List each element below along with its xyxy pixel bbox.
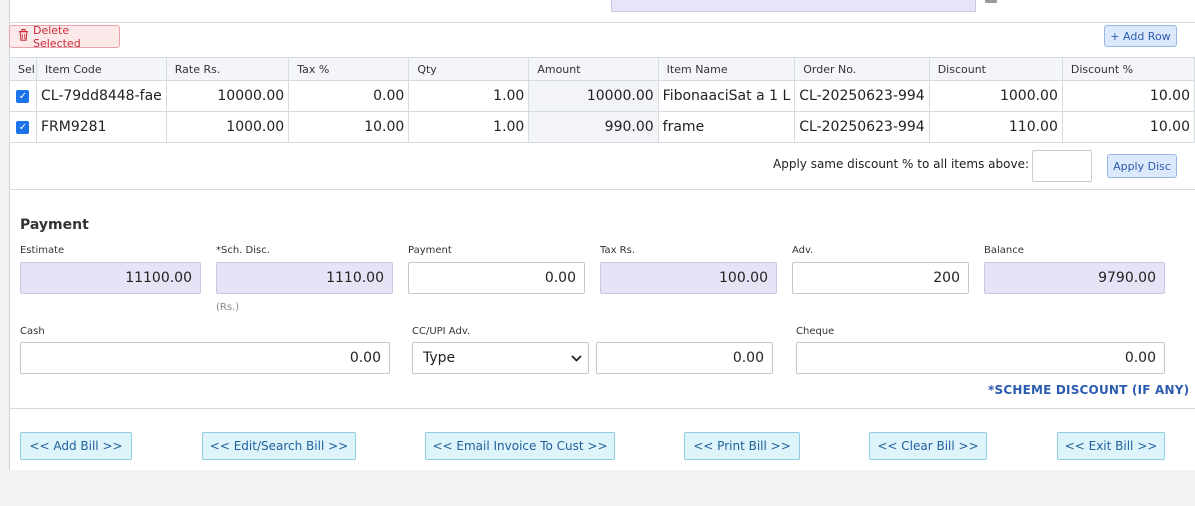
- table-header-row: Sel Item Code Rate Rs. Tax % Qty Amount …: [9, 57, 1195, 81]
- order-no-cell[interactable]: CL-20250623-994: [794, 80, 930, 112]
- chevron-down-icon: [571, 350, 582, 366]
- tax-field: 100.00: [600, 262, 777, 294]
- cc-upi-amount-field[interactable]: 0.00: [596, 342, 773, 374]
- cc-upi-label: CC/UPI Adv.: [412, 326, 471, 337]
- col-header-amount: Amount: [528, 57, 659, 81]
- sch-disc-label: *Sch. Disc.: [216, 245, 270, 256]
- item-name-cell[interactable]: FibonaaciSat a 1 L: [657, 80, 796, 112]
- scheme-discount-note: *SCHEME DISCOUNT (IF ANY): [988, 383, 1190, 397]
- qty-cell[interactable]: 1.00: [408, 111, 530, 143]
- payment-title: Payment: [20, 217, 89, 233]
- tax-cell[interactable]: 10.00: [288, 111, 410, 143]
- trash-icon: [18, 29, 29, 44]
- cash-field[interactable]: 0.00: [20, 342, 390, 374]
- email-invoice-button[interactable]: << Email Invoice To Cust >>: [425, 432, 615, 460]
- apply-discount-button[interactable]: Apply Disc: [1107, 154, 1177, 178]
- items-table: Sel Item Code Rate Rs. Tax % Qty Amount …: [9, 57, 1195, 143]
- col-header-rate: Rate Rs.: [165, 57, 290, 81]
- edit-search-bill-button[interactable]: << Edit/Search Bill >>: [202, 432, 356, 460]
- delete-selected-button[interactable]: Delete Selected: [9, 23, 120, 50]
- cc-upi-type-select[interactable]: Type: [412, 342, 589, 374]
- divider: [9, 22, 1195, 23]
- amount-cell: 10000.00: [528, 80, 659, 112]
- clear-bill-button[interactable]: << Clear Bill >>: [869, 432, 987, 460]
- checkbox-checked-icon[interactable]: ✓: [16, 120, 30, 134]
- col-header-discount: Discount: [928, 57, 1063, 81]
- col-header-sel: Sel: [9, 57, 37, 81]
- row-select-cell[interactable]: ✓: [9, 111, 37, 143]
- adv-field[interactable]: 200: [792, 262, 969, 294]
- balance-label: Balance: [984, 245, 1024, 256]
- row-select-cell[interactable]: ✓: [9, 80, 37, 112]
- delete-selected-label: Delete Selected: [33, 23, 81, 50]
- cheque-field[interactable]: 0.00: [796, 342, 1165, 374]
- sch-disc-unit-note: (Rs.): [216, 302, 240, 313]
- checkbox-checked-icon[interactable]: ✓: [16, 89, 30, 103]
- tax-cell[interactable]: 0.00: [288, 80, 410, 112]
- col-header-item-name: Item Name: [657, 57, 796, 81]
- rate-cell[interactable]: 1000.00: [165, 111, 290, 143]
- discount-cell[interactable]: 1000.00: [928, 80, 1063, 112]
- print-bill-button[interactable]: << Print Bill >>: [684, 432, 800, 460]
- divider: [9, 189, 1195, 190]
- estimate-field: 11100.00: [20, 262, 201, 294]
- add-bill-button[interactable]: << Add Bill >>: [20, 432, 132, 460]
- table-row: ✓ FRM9281 1000.00 10.00 1.00 990.00 fram…: [9, 111, 1195, 143]
- exit-bill-button[interactable]: << Exit Bill >>: [1057, 432, 1165, 460]
- divider: [9, 408, 1195, 409]
- tax-label: Tax Rs.: [600, 245, 636, 256]
- discount-cell[interactable]: 110.00: [928, 111, 1063, 143]
- cc-upi-type-value: Type: [423, 350, 456, 366]
- col-header-tax: Tax %: [288, 57, 410, 81]
- cash-label: Cash: [20, 326, 45, 337]
- col-header-qty: Qty: [408, 57, 530, 81]
- amount-cell: 990.00: [528, 111, 659, 143]
- item-code-cell[interactable]: CL-79dd8448-fae: [35, 80, 167, 112]
- add-row-button[interactable]: + Add Row: [1104, 25, 1177, 47]
- col-header-item-code: Item Code: [35, 57, 167, 81]
- col-header-discount-pct: Discount %: [1061, 57, 1195, 81]
- apply-discount-input[interactable]: [1032, 150, 1092, 182]
- top-icon-remnant: [985, 0, 997, 3]
- payment-field[interactable]: 0.00: [408, 262, 585, 294]
- order-no-cell[interactable]: CL-20250623-994: [794, 111, 930, 143]
- discount-pct-cell[interactable]: 10.00: [1061, 111, 1195, 143]
- top-field-remnant: [611, 0, 976, 12]
- qty-cell[interactable]: 1.00: [408, 80, 530, 112]
- cheque-label: Cheque: [796, 326, 835, 337]
- estimate-label: Estimate: [20, 245, 65, 256]
- col-header-order-no: Order No.: [794, 57, 930, 81]
- discount-pct-cell[interactable]: 10.00: [1061, 80, 1195, 112]
- rate-cell[interactable]: 10000.00: [165, 80, 290, 112]
- sch-disc-field: 1110.00: [216, 262, 393, 294]
- item-code-cell[interactable]: FRM9281: [35, 111, 167, 143]
- apply-discount-label: Apply same discount % to all items above…: [773, 157, 1029, 171]
- adv-label: Adv.: [792, 245, 814, 256]
- balance-field: 9790.00: [984, 262, 1165, 294]
- item-name-cell[interactable]: frame: [657, 111, 796, 143]
- payment-label: Payment: [408, 245, 452, 256]
- table-row: ✓ CL-79dd8448-fae 10000.00 0.00 1.00 100…: [9, 80, 1195, 112]
